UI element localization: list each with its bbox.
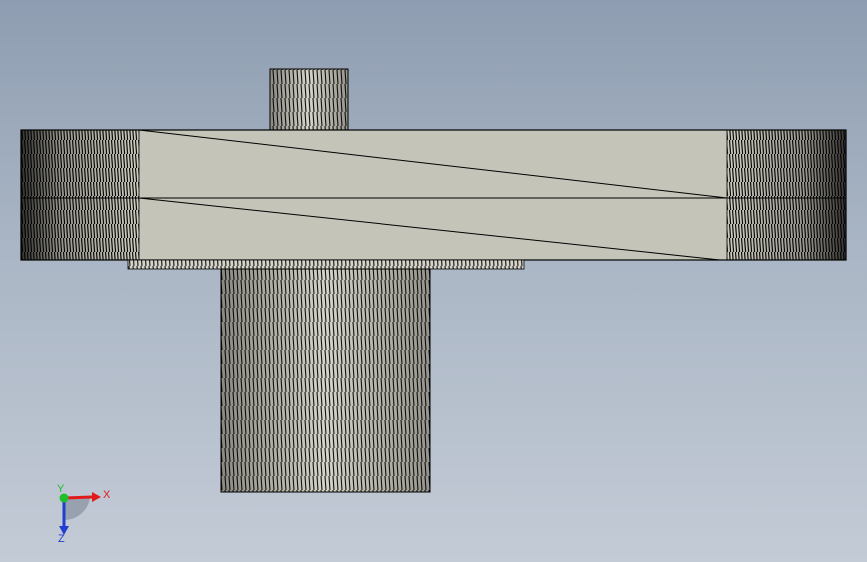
gear-face (139, 130, 727, 260)
x-axis-label: X (103, 489, 111, 501)
spline-ring[interactable] (127, 259, 525, 270)
cad-viewport[interactable]: X Y Z (0, 0, 867, 562)
main-shaft[interactable] (220, 268, 431, 493)
triad-shadow-icon (64, 498, 90, 521)
gear-body[interactable] (20, 129, 847, 261)
top-hub[interactable] (269, 68, 349, 131)
y-axis-label: Y (57, 483, 65, 495)
z-axis-label: Z (58, 533, 65, 545)
orientation-triad: X Y Z (57, 483, 111, 545)
